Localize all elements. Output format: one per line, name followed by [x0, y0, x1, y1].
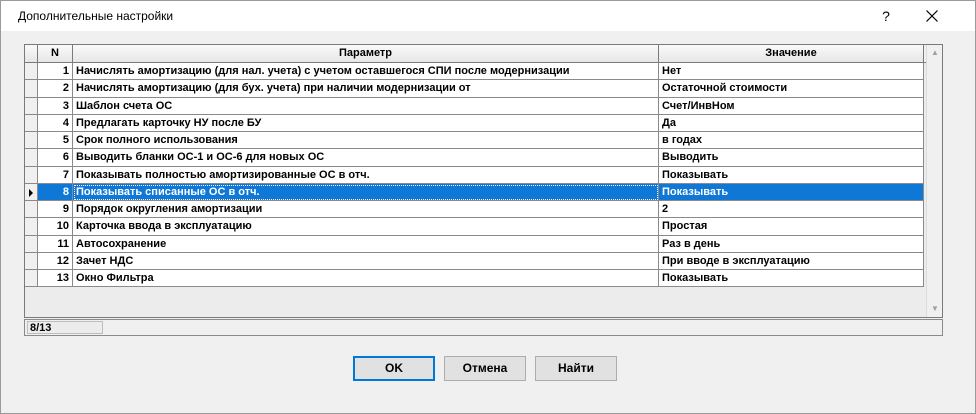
cell-value[interactable]: При вводе в эксплуатацию: [659, 252, 924, 270]
table-row[interactable]: 1 Начислять амортизацию (для нал. учета) …: [25, 63, 926, 81]
find-button[interactable]: Найти: [535, 356, 617, 381]
close-icon: [926, 10, 938, 22]
cell-value[interactable]: Да: [659, 114, 924, 132]
cell-n[interactable]: 5: [38, 132, 73, 150]
cell-param[interactable]: Показывать списанные ОС в отч.: [73, 183, 659, 201]
scroll-down-icon[interactable]: ▼: [927, 301, 943, 317]
cell-value[interactable]: Счет/ИнвНом: [659, 97, 924, 115]
settings-dialog: Дополнительные настройки ? N Параметр Зн…: [0, 0, 976, 414]
cell-value[interactable]: Показывать: [659, 270, 924, 288]
cell-param[interactable]: Карточка ввода в эксплуатацию: [73, 218, 659, 236]
header-indicator: [25, 45, 38, 62]
status-bar: 8/13: [24, 319, 943, 336]
cell-value[interactable]: Показывать: [659, 166, 924, 184]
scroll-up-icon[interactable]: ▲: [927, 45, 943, 61]
cell-param[interactable]: Предлагать карточку НУ после БУ: [73, 114, 659, 132]
cell-n[interactable]: 12: [38, 252, 73, 270]
row-indicator[interactable]: [25, 80, 38, 98]
cell-param[interactable]: Зачет НДС: [73, 252, 659, 270]
table-row[interactable]: 13 Окно Фильтра Показывать: [25, 270, 926, 288]
grid-rows: 1 Начислять амортизацию (для нал. учета) …: [25, 63, 926, 288]
cell-n[interactable]: 8: [38, 183, 73, 201]
cancel-button[interactable]: Отмена: [444, 356, 526, 381]
cell-value[interactable]: в годах: [659, 132, 924, 150]
table-row[interactable]: 5 Срок полного использования в годах: [25, 132, 926, 150]
settings-grid[interactable]: N Параметр Значение 1 Начислять амортизац…: [24, 44, 943, 318]
column-header-value[interactable]: Значение: [659, 45, 924, 62]
cell-param[interactable]: Автосохранение: [73, 235, 659, 253]
record-position: 8/13: [27, 321, 103, 334]
cell-param[interactable]: Показывать полностью амортизированные ОС…: [73, 166, 659, 184]
cell-n[interactable]: 1: [38, 63, 73, 81]
table-row[interactable]: 2 Начислять амортизацию (для бух. учета) …: [25, 80, 926, 98]
cell-value[interactable]: Нет: [659, 63, 924, 81]
table-row[interactable]: 12 Зачет НДС При вводе в эксплуатацию: [25, 252, 926, 270]
dialog-title: Дополнительные настройки: [18, 9, 174, 23]
row-indicator[interactable]: [25, 132, 38, 150]
cell-value[interactable]: Простая: [659, 218, 924, 236]
row-indicator[interactable]: [25, 63, 38, 81]
table-row[interactable]: 9 Порядок округления амортизации 2: [25, 201, 926, 219]
help-button[interactable]: ?: [871, 4, 901, 28]
cell-n[interactable]: 4: [38, 114, 73, 132]
row-indicator[interactable]: [25, 166, 38, 184]
table-row[interactable]: 10 Карточка ввода в эксплуатацию Простая: [25, 218, 926, 236]
cell-n[interactable]: 13: [38, 270, 73, 288]
column-header-n[interactable]: N: [38, 45, 73, 62]
row-indicator[interactable]: [25, 235, 38, 253]
close-button[interactable]: [914, 4, 950, 28]
row-indicator[interactable]: [25, 183, 38, 201]
cell-value[interactable]: Раз в день: [659, 235, 924, 253]
row-indicator[interactable]: [25, 149, 38, 167]
row-indicator[interactable]: [25, 270, 38, 288]
table-row[interactable]: 4 Предлагать карточку НУ после БУ Да: [25, 114, 926, 132]
cell-value[interactable]: Выводить: [659, 149, 924, 167]
cell-param[interactable]: Срок полного использования: [73, 132, 659, 150]
grid-header: N Параметр Значение: [25, 45, 926, 63]
cell-param[interactable]: Окно Фильтра: [73, 270, 659, 288]
column-header-param[interactable]: Параметр: [73, 45, 659, 62]
cell-param[interactable]: Начислять амортизацию (для нал. учета) с…: [73, 63, 659, 81]
row-indicator[interactable]: [25, 97, 38, 115]
table-row[interactable]: 11 Автосохранение Раз в день: [25, 235, 926, 253]
cell-n[interactable]: 7: [38, 166, 73, 184]
cell-n[interactable]: 3: [38, 97, 73, 115]
cell-value[interactable]: Показывать: [659, 183, 924, 201]
row-indicator[interactable]: [25, 201, 38, 219]
row-indicator[interactable]: [25, 218, 38, 236]
table-row[interactable]: 3 Шаблон счета ОС Счет/ИнвНом: [25, 97, 926, 115]
cell-param[interactable]: Порядок округления амортизации: [73, 201, 659, 219]
cell-param[interactable]: Начислять амортизацию (для бух. учета) п…: [73, 80, 659, 98]
cell-param[interactable]: Выводить бланки ОС-1 и ОС-6 для новых ОС: [73, 149, 659, 167]
current-row-arrow-icon: [29, 188, 33, 197]
cell-n[interactable]: 6: [38, 149, 73, 167]
table-row[interactable]: 6 Выводить бланки ОС-1 и ОС-6 для новых О…: [25, 149, 926, 167]
row-indicator[interactable]: [25, 114, 38, 132]
cell-value[interactable]: 2: [659, 201, 924, 219]
table-row[interactable]: 8 Показывать списанные ОС в отч. Показыват…: [25, 183, 926, 201]
row-indicator[interactable]: [25, 252, 38, 270]
cell-n[interactable]: 9: [38, 201, 73, 219]
title-bar: Дополнительные настройки ?: [1, 1, 975, 31]
cell-n[interactable]: 2: [38, 80, 73, 98]
cell-value[interactable]: Остаточной стоимости: [659, 80, 924, 98]
cell-n[interactable]: 10: [38, 218, 73, 236]
vertical-scrollbar[interactable]: ▲ ▼: [926, 45, 942, 317]
ok-button[interactable]: OK: [353, 356, 435, 381]
cell-n[interactable]: 11: [38, 235, 73, 253]
cell-param[interactable]: Шаблон счета ОС: [73, 97, 659, 115]
table-row[interactable]: 7 Показывать полностью амортизированные О…: [25, 166, 926, 184]
